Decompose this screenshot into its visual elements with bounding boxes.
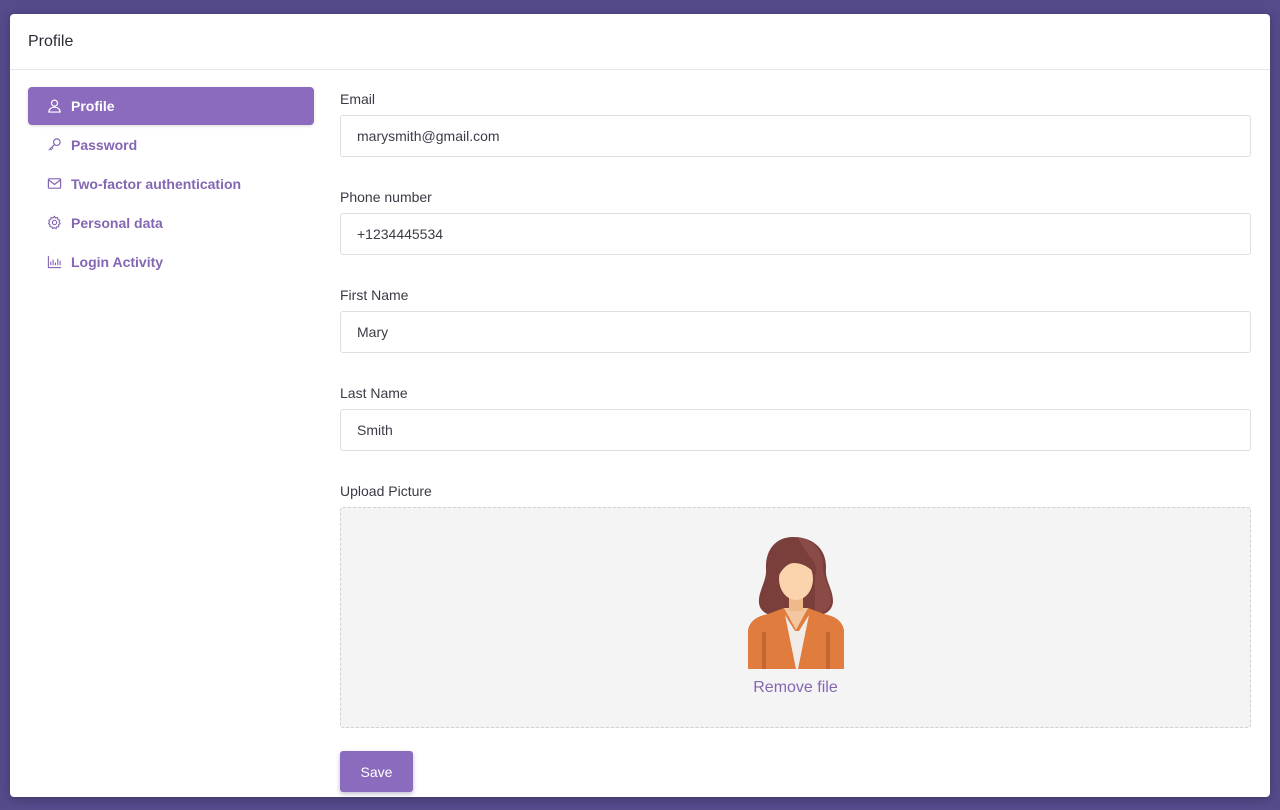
card-header: Profile — [10, 14, 1270, 70]
first-name-label: First Name — [340, 287, 409, 303]
sidebar-item-personal-data[interactable]: Personal data — [28, 204, 314, 242]
save-button[interactable]: Save — [340, 751, 413, 792]
last-name-field-group: Last Name — [340, 381, 1251, 451]
email-field-group: Email — [340, 87, 1251, 157]
first-name-input[interactable] — [340, 311, 1251, 353]
sidebar-nav: Profile Password Two-factor authenticati… — [28, 87, 314, 282]
profile-form: Email Phone number First Name Last Name … — [340, 87, 1251, 792]
upload-field-group: Upload Picture Remove file — [340, 479, 1251, 728]
gear-icon — [47, 215, 63, 231]
sidebar-item-two-factor[interactable]: Two-factor authentication — [28, 165, 314, 203]
sidebar-item-login-activity[interactable]: Login Activity — [28, 243, 314, 281]
upload-label: Upload Picture — [340, 483, 432, 499]
email-label: Email — [340, 91, 376, 107]
profile-card: Profile Profile Password Two-factor auth… — [10, 14, 1270, 797]
sidebar-item-label: Personal data — [71, 215, 163, 231]
first-name-field-group: First Name — [340, 283, 1251, 353]
avatar-image — [748, 537, 844, 669]
sidebar-item-label: Profile — [71, 98, 115, 114]
phone-label: Phone number — [340, 189, 432, 205]
email-input[interactable] — [340, 115, 1251, 157]
upload-dropzone[interactable]: Remove file — [340, 507, 1251, 728]
last-name-input[interactable] — [340, 409, 1251, 451]
last-name-label: Last Name — [340, 385, 408, 401]
sidebar-item-label: Password — [71, 137, 138, 153]
remove-file-link[interactable]: Remove file — [341, 679, 1250, 697]
user-icon — [47, 98, 63, 114]
page-title: Profile — [28, 32, 74, 50]
key-icon — [47, 137, 63, 153]
envelope-icon — [47, 176, 63, 192]
sidebar-item-label: Login Activity — [71, 254, 164, 270]
bar-chart-icon — [47, 254, 63, 270]
phone-input[interactable] — [340, 213, 1251, 255]
phone-field-group: Phone number — [340, 185, 1251, 255]
sidebar-item-label: Two-factor authentication — [71, 176, 242, 192]
sidebar-item-profile[interactable]: Profile — [28, 87, 314, 125]
sidebar-item-password[interactable]: Password — [28, 126, 314, 164]
